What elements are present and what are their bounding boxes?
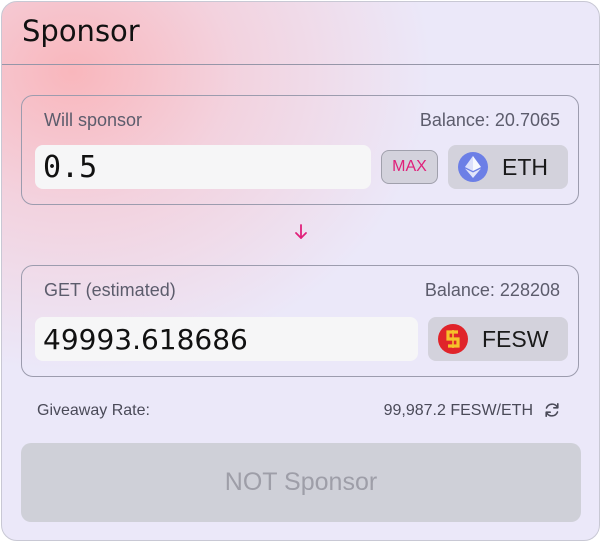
sponsor-token-label: ETH (502, 153, 548, 180)
receive-amount-input[interactable]: 49993.618686 (35, 317, 418, 361)
sponsor-amount-input[interactable]: 0.5 (35, 145, 371, 189)
sponsor-label: Will sponsor (44, 110, 143, 130)
receive-token-label: FESW (482, 325, 549, 352)
rate-value: 99,987.2 FESW/ETH (383, 402, 533, 419)
page-title: Sponsor (22, 14, 140, 48)
receive-label: GET (estimated) (44, 280, 176, 300)
sponsor-balance: Balance: 20.7065 (419, 110, 560, 130)
refresh-icon[interactable] (542, 400, 562, 420)
sponsor-amount-panel: Will sponsor Balance: 20.7065 0.5 MAX ET… (21, 95, 579, 205)
ethereum-icon (458, 152, 488, 182)
rate-label: Giveaway Rate: (37, 402, 150, 419)
max-button[interactable]: MAX (381, 150, 438, 184)
arrow-down-icon (295, 224, 307, 239)
receive-amount-panel: GET (estimated) Balance: 228208 49993.61… (21, 265, 579, 377)
eth-token-selector[interactable]: ETH (448, 145, 568, 189)
fesw-token-icon (438, 324, 468, 354)
header-divider (2, 64, 599, 65)
sponsor-submit-button[interactable]: NOT Sponsor (21, 443, 581, 522)
sponsor-card: Sponsor Will sponsor Balance: 20.7065 0.… (1, 1, 600, 541)
fesw-token-selector[interactable]: FESW (428, 317, 568, 361)
receive-balance: Balance: 228208 (424, 280, 560, 300)
